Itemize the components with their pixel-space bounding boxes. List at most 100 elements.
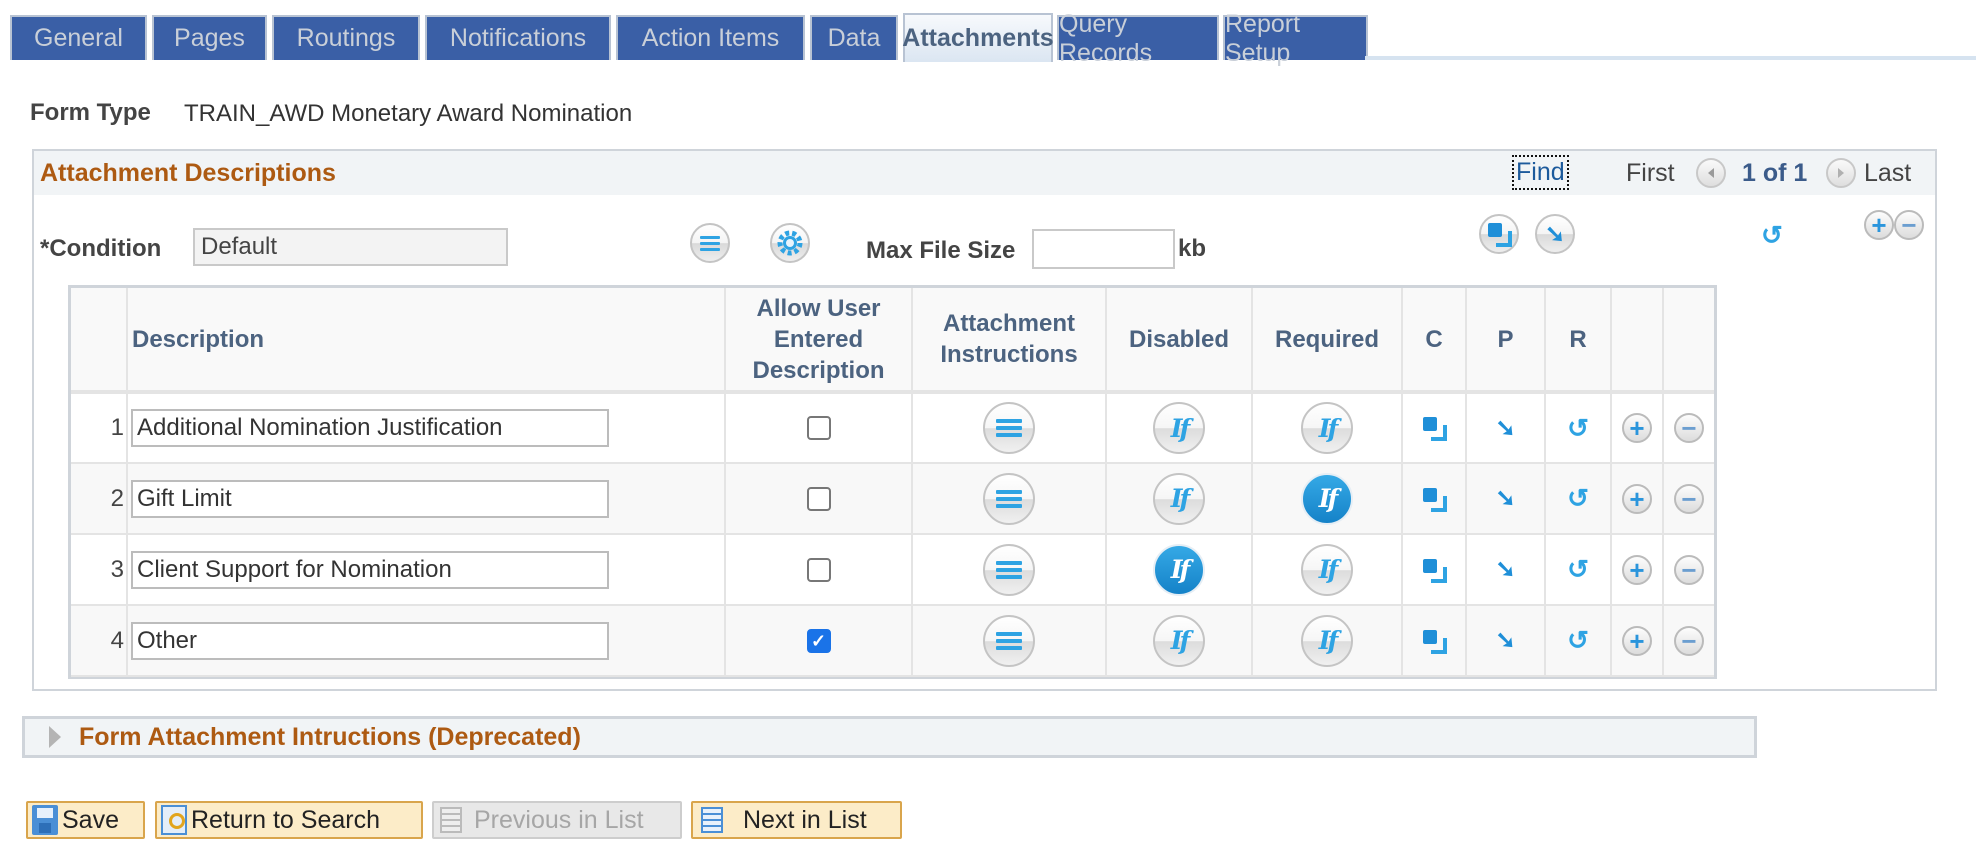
group-add-button[interactable]: + bbox=[1864, 210, 1894, 240]
tab-attachments[interactable]: Attachments bbox=[902, 13, 1054, 62]
if-condition-icon: If bbox=[1170, 484, 1191, 513]
group-delete-button[interactable]: − bbox=[1894, 210, 1924, 240]
nav-last[interactable]: Last bbox=[1864, 159, 1911, 188]
condition-list-button[interactable] bbox=[690, 223, 730, 263]
col-header-copy: C bbox=[1401, 288, 1466, 394]
if-condition-icon: If bbox=[1170, 555, 1191, 584]
return-to-search-button[interactable]: Return to Search bbox=[155, 801, 423, 839]
attachment-descriptions-grid: Description Allow User Entered Descripti… bbox=[68, 285, 1717, 679]
description-input[interactable] bbox=[131, 479, 609, 518]
kb-unit-label: kb bbox=[1178, 235, 1207, 262]
nav-first[interactable]: First bbox=[1626, 159, 1675, 188]
condition-settings-button[interactable] bbox=[770, 223, 810, 263]
left-arrow-icon[interactable] bbox=[1696, 158, 1726, 188]
tab-pages[interactable]: Pages bbox=[152, 15, 267, 60]
disabled-condition-button[interactable]: If bbox=[1153, 543, 1205, 596]
row-number: 4 bbox=[71, 605, 127, 677]
paste-icon[interactable]: ➘ bbox=[1495, 556, 1515, 583]
tab-query-records[interactable]: Query Records bbox=[1057, 10, 1219, 67]
add-row-button[interactable]: + bbox=[1622, 554, 1652, 585]
row-count: 1 of 1 bbox=[1742, 159, 1808, 187]
gear-icon bbox=[777, 230, 803, 256]
allow-user-entered-checkbox[interactable] bbox=[806, 416, 831, 440]
save-button[interactable]: Save bbox=[26, 801, 145, 839]
delete-row-button[interactable]: − bbox=[1674, 483, 1704, 514]
group-paste-button[interactable]: ➘ bbox=[1535, 214, 1575, 254]
copy-icon[interactable] bbox=[1423, 417, 1447, 441]
allow-user-entered-checkbox[interactable] bbox=[806, 557, 831, 582]
reset-icon[interactable]: ↺ bbox=[1567, 554, 1589, 584]
allow-user-entered-cell: ✓ bbox=[724, 605, 912, 677]
copy-cell bbox=[1401, 534, 1466, 606]
plus-icon: + bbox=[1629, 413, 1645, 443]
description-input[interactable] bbox=[131, 409, 609, 447]
next-in-list-button[interactable]: Next in List bbox=[691, 801, 902, 839]
if-condition-icon: If bbox=[1170, 626, 1191, 655]
disabled-condition-button[interactable]: If bbox=[1153, 614, 1205, 667]
attachment-instructions-button[interactable] bbox=[983, 614, 1035, 667]
add-row-cell: + bbox=[1610, 605, 1663, 677]
find-link[interactable]: Find bbox=[1512, 155, 1569, 190]
tab-routings[interactable]: Routings bbox=[272, 15, 420, 60]
condition-input[interactable] bbox=[193, 228, 508, 266]
required-condition-button[interactable]: If bbox=[1301, 472, 1353, 525]
disabled-condition-button[interactable]: If bbox=[1153, 402, 1205, 454]
add-row-button[interactable]: + bbox=[1622, 625, 1652, 656]
save-label: Save bbox=[62, 805, 119, 834]
description-cell bbox=[126, 534, 725, 606]
group-copy-button[interactable] bbox=[1479, 214, 1519, 254]
attachment-instructions-button[interactable] bbox=[983, 543, 1035, 596]
allow-user-entered-checkbox[interactable] bbox=[806, 486, 831, 511]
copy-icon[interactable] bbox=[1423, 629, 1447, 654]
required-condition-button[interactable]: If bbox=[1301, 614, 1353, 667]
tab-notifications[interactable]: Notifications bbox=[425, 15, 611, 60]
col-header-line: Attachment bbox=[942, 310, 1075, 337]
save-icon bbox=[32, 805, 58, 835]
row-number: 3 bbox=[71, 534, 127, 606]
form-attachment-instructions-panel[interactable]: Form Attachment Intructions (Deprecated) bbox=[22, 716, 1757, 758]
delete-row-button[interactable]: − bbox=[1674, 413, 1704, 443]
allow-user-entered-checkbox[interactable]: ✓ bbox=[806, 628, 831, 653]
tab-report-setup[interactable]: Report Setup bbox=[1223, 10, 1368, 67]
reset-cell: ↺ bbox=[1544, 463, 1611, 535]
reset-icon[interactable]: ↺ bbox=[1567, 413, 1589, 443]
paste-icon[interactable]: ➘ bbox=[1495, 627, 1515, 654]
add-row-cell: + bbox=[1610, 534, 1663, 606]
add-row-button[interactable]: + bbox=[1622, 413, 1652, 443]
delete-row-button[interactable]: − bbox=[1674, 554, 1704, 585]
reset-icon[interactable]: ↺ bbox=[1567, 625, 1589, 655]
delete-row-cell: − bbox=[1662, 534, 1714, 606]
delete-row-button[interactable]: − bbox=[1674, 625, 1704, 656]
expand-arrow-icon[interactable] bbox=[49, 726, 61, 748]
group-reset-button[interactable]: ↺ bbox=[1761, 220, 1783, 251]
attachment-instructions-cell bbox=[911, 534, 1106, 606]
tab-action-items[interactable]: Action Items bbox=[616, 15, 805, 60]
disabled-condition-button[interactable]: If bbox=[1153, 472, 1205, 525]
required-cell: If bbox=[1251, 605, 1402, 677]
required-condition-button[interactable]: If bbox=[1301, 402, 1353, 454]
attachment-instructions-button[interactable] bbox=[983, 472, 1035, 525]
description-input[interactable] bbox=[131, 621, 609, 660]
required-condition-button[interactable]: If bbox=[1301, 543, 1353, 596]
if-condition-icon: If bbox=[1318, 555, 1339, 584]
description-input[interactable] bbox=[131, 550, 609, 589]
reset-cell: ↺ bbox=[1544, 534, 1611, 606]
row-number: 1 bbox=[71, 392, 127, 464]
max-file-size-input[interactable] bbox=[1032, 229, 1175, 269]
copy-icon[interactable] bbox=[1423, 558, 1447, 583]
col-header-reset: R bbox=[1544, 288, 1611, 394]
tab-general[interactable]: General bbox=[10, 15, 147, 60]
copy-icon[interactable] bbox=[1423, 487, 1447, 512]
tab-bar: General Pages Routings Notifications Act… bbox=[10, 10, 1976, 67]
attachment-instructions-button[interactable] bbox=[983, 402, 1035, 454]
right-arrow-icon[interactable] bbox=[1826, 158, 1856, 188]
paste-cell: ➘ bbox=[1465, 392, 1545, 464]
reset-icon[interactable]: ↺ bbox=[1567, 483, 1589, 513]
paste-icon[interactable]: ➘ bbox=[1495, 485, 1515, 512]
add-row-button[interactable]: + bbox=[1622, 483, 1652, 514]
plus-icon: + bbox=[1871, 210, 1887, 240]
paste-icon[interactable]: ➘ bbox=[1495, 415, 1515, 442]
previous-in-list-button[interactable]: Previous in List bbox=[432, 801, 682, 839]
list-icon bbox=[700, 235, 720, 251]
tab-data[interactable]: Data bbox=[810, 15, 898, 60]
